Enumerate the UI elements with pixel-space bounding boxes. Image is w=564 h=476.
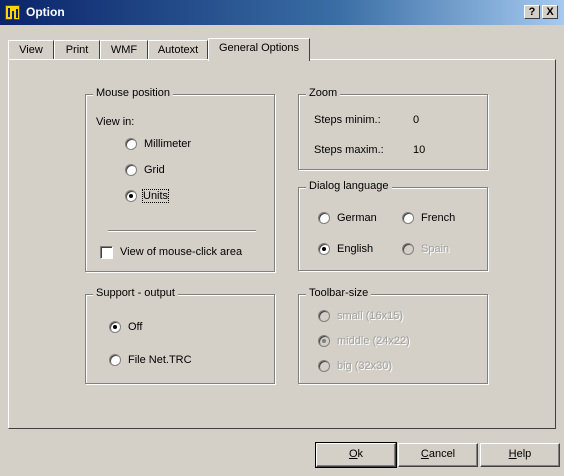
window-title: Option: [26, 5, 65, 19]
radio-label-millimeter[interactable]: Millimeter: [144, 138, 191, 150]
tab-wmf[interactable]: WMF: [100, 40, 148, 60]
mouse-position-group: Mouse position View in: Millimeter Grid …: [85, 87, 275, 272]
steps-max-value: 10: [413, 144, 426, 156]
view-in-label: View in:: [96, 116, 135, 128]
radio-label-off[interactable]: Off: [128, 321, 142, 333]
dialog-language-group: Dialog language German French English Sp…: [298, 180, 488, 271]
ok-accel: O: [348, 448, 358, 460]
radio-label-units[interactable]: Units: [141, 189, 170, 203]
zoom-group: Zoom Steps minim.: 0 Steps maxim.: 10: [298, 87, 488, 170]
steps-min-label: Steps minim.:: [314, 114, 381, 126]
radio-english[interactable]: [318, 243, 330, 255]
steps-max-label: Steps maxim.:: [314, 144, 384, 156]
toolbar-size-group: Toolbar-size small (16x15) middle (24x22…: [298, 287, 488, 384]
steps-min-value: 0: [413, 114, 420, 126]
radio-label-file-net-trc[interactable]: File Net.TRC: [128, 354, 192, 366]
group-title: Mouse position: [93, 87, 173, 99]
radio-middle: [318, 335, 330, 347]
view-mouse-click-area-checkbox[interactable]: [100, 246, 113, 259]
group-title: Zoom: [306, 87, 341, 99]
ok-label: k: [357, 448, 364, 460]
radio-label-grid[interactable]: Grid: [144, 164, 165, 176]
radio-label-small: small (16x15): [337, 310, 404, 322]
help-label: elp: [516, 448, 532, 460]
radio-file-net-trc[interactable]: [109, 354, 121, 366]
cancel-label: ancel: [428, 448, 456, 460]
support-output-group: Support - output Off File Net.TRC: [85, 287, 275, 384]
radio-german[interactable]: [318, 212, 330, 224]
help-title-button[interactable]: ?: [524, 5, 540, 19]
group-title: Support - output: [93, 287, 178, 299]
radio-label-spain: Spain: [421, 243, 450, 255]
cancel-accel: C: [420, 448, 429, 460]
radio-grid[interactable]: [125, 164, 137, 176]
radio-french[interactable]: [402, 212, 414, 224]
radio-spain: [402, 243, 414, 255]
radio-off[interactable]: [109, 321, 121, 333]
help-button[interactable]: Help: [480, 443, 560, 467]
radio-big: [318, 360, 330, 372]
help-accel: H: [508, 448, 517, 460]
radio-label-english[interactable]: English: [337, 243, 373, 255]
radio-label-french[interactable]: French: [421, 212, 455, 224]
tab-autotext[interactable]: Autotext: [148, 40, 208, 60]
separator: [108, 230, 256, 232]
group-title: Toolbar-size: [306, 287, 372, 299]
tab-general-options[interactable]: General Options: [208, 38, 310, 61]
radio-small: [318, 310, 330, 322]
tab-view[interactable]: View: [8, 40, 54, 60]
close-icon[interactable]: X: [542, 5, 558, 19]
radio-label-middle: middle (24x22): [337, 335, 410, 347]
ok-button[interactable]: Ok: [315, 442, 397, 468]
tab-print[interactable]: Print: [54, 40, 100, 60]
radio-units[interactable]: [125, 190, 137, 202]
radio-label-big: big (32x30): [337, 360, 393, 372]
cancel-button[interactable]: Cancel: [398, 443, 478, 467]
checkbox-label[interactable]: View of mouse-click area: [120, 246, 242, 258]
radio-label-german[interactable]: German: [337, 212, 377, 224]
radio-millimeter[interactable]: [125, 138, 137, 150]
group-title: Dialog language: [306, 180, 392, 192]
app-icon: [5, 5, 20, 20]
title-bar[interactable]: Option ? X: [0, 0, 564, 25]
option-dialog: Option ? X View Print WMF Autotext Gener…: [0, 0, 564, 476]
